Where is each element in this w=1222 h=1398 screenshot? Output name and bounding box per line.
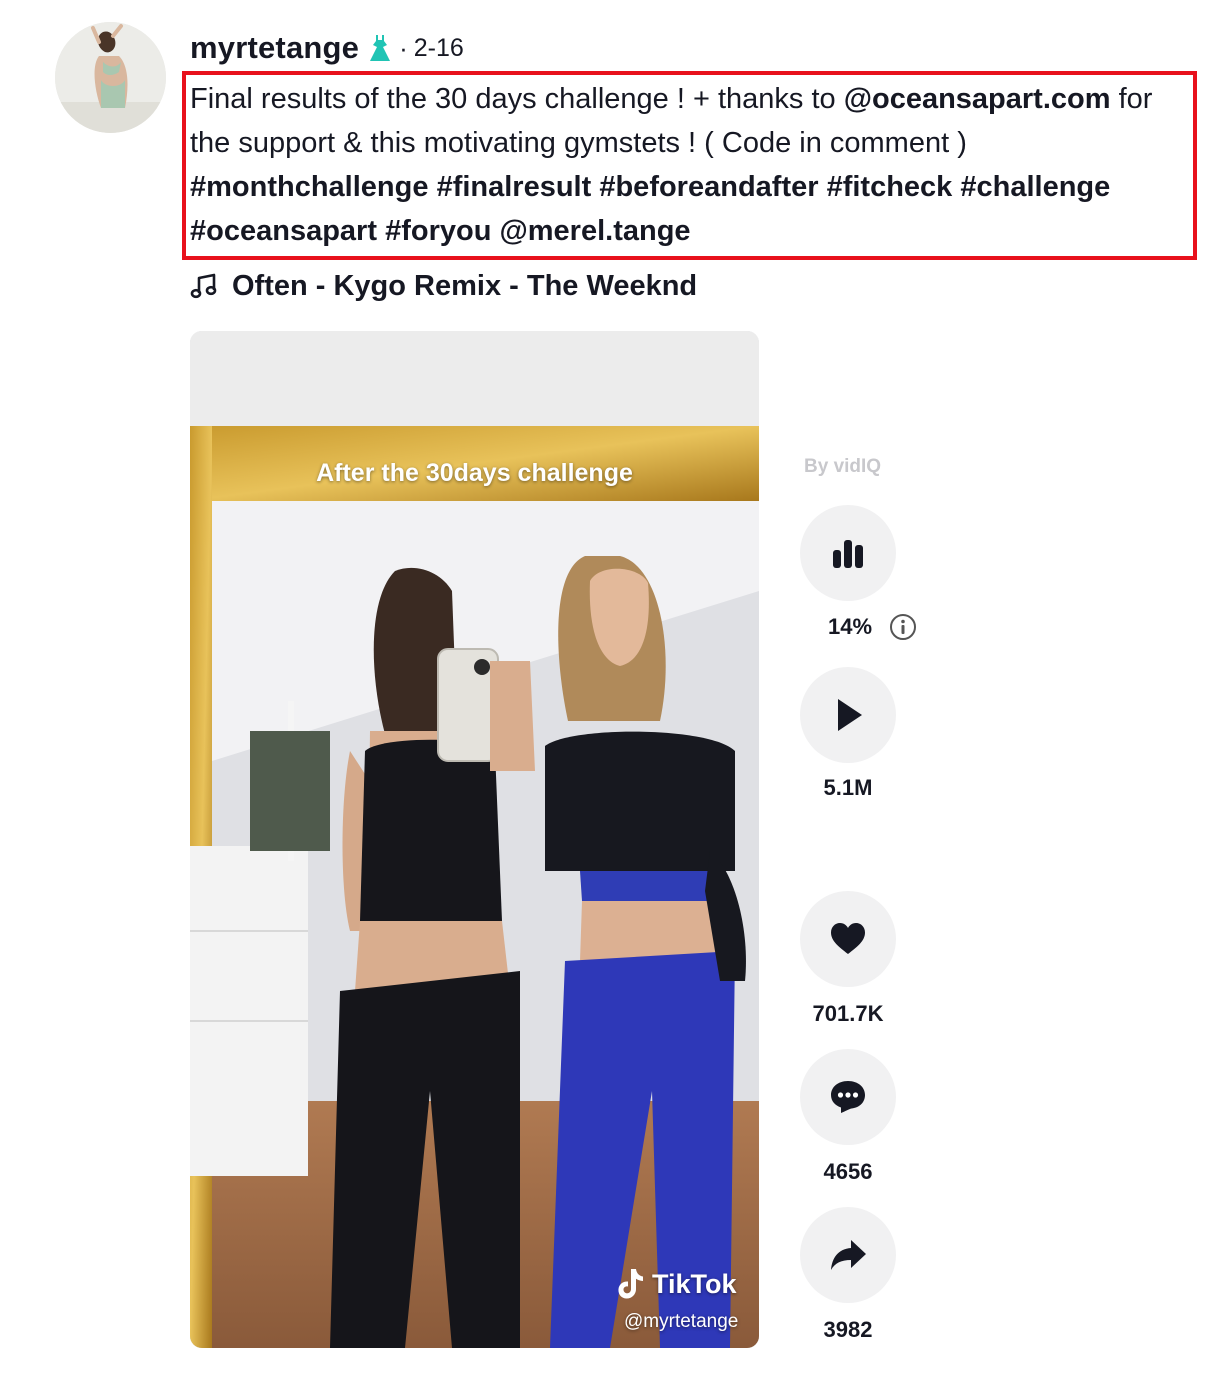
separator: · <box>399 32 408 63</box>
caption: Final results of the 30 days challenge !… <box>190 77 1190 253</box>
hashtag-link[interactable]: #finalresult <box>437 171 592 203</box>
views-button[interactable] <box>800 667 896 763</box>
hashtag-link[interactable]: #foryou <box>385 215 491 247</box>
music-title: Often - Kygo Remix - The Weeknd <box>232 269 698 302</box>
username[interactable]: myrtetange <box>190 30 359 66</box>
comments-count: 4656 <box>823 1159 873 1184</box>
mention-link[interactable]: @merel.tange <box>499 215 690 247</box>
play-icon <box>838 699 862 731</box>
caption-text: Final results of the 30 days challenge !… <box>190 83 844 115</box>
tiktok-watermark-brand: TikTok <box>652 1268 737 1299</box>
vidiq-label: By vidIQ <box>804 456 882 477</box>
mention-link[interactable]: @oceansapart.com <box>844 83 1111 115</box>
video-player[interactable]: After the 30days challenge TikTok @myrte… <box>190 331 759 1348</box>
comment-icon <box>831 1081 865 1113</box>
heart-icon <box>831 923 865 954</box>
hashtag-link[interactable]: #challenge <box>960 171 1110 203</box>
likes-count: 701.7K <box>812 1001 884 1026</box>
post-header: myrtetange · 2-16 <box>190 28 464 68</box>
comment-button[interactable] <box>800 1049 896 1145</box>
like-button[interactable] <box>800 891 896 987</box>
tiktok-watermark-handle: @myrtetange <box>624 1311 739 1332</box>
info-icon[interactable] <box>889 613 917 641</box>
avatar-image <box>55 22 166 133</box>
shares-count: 3982 <box>823 1317 873 1342</box>
hashtag-link[interactable]: #fitcheck <box>827 171 953 203</box>
views-count: 5.1M <box>823 775 873 800</box>
tiktok-logo-icon <box>618 1269 643 1299</box>
hashtag-link[interactable]: #monthchallenge <box>190 171 429 203</box>
stats-button[interactable] <box>800 505 896 601</box>
share-icon <box>831 1240 866 1270</box>
avatar[interactable] <box>55 22 166 133</box>
hashtag-link[interactable]: #oceansapart <box>190 215 377 247</box>
post-date: 2-16 <box>413 33 464 62</box>
dress-icon <box>370 35 391 61</box>
music-link[interactable]: Often - Kygo Remix - The Weeknd <box>190 264 697 308</box>
music-note-icon <box>190 273 217 299</box>
video-overlay-text: After the 30days challenge <box>316 459 633 487</box>
hashtag-link[interactable]: #beforeandafter <box>599 171 818 203</box>
bar-chart-icon <box>833 540 863 568</box>
share-button[interactable] <box>800 1207 896 1303</box>
tiktok-watermark: TikTok <box>616 1267 737 1301</box>
